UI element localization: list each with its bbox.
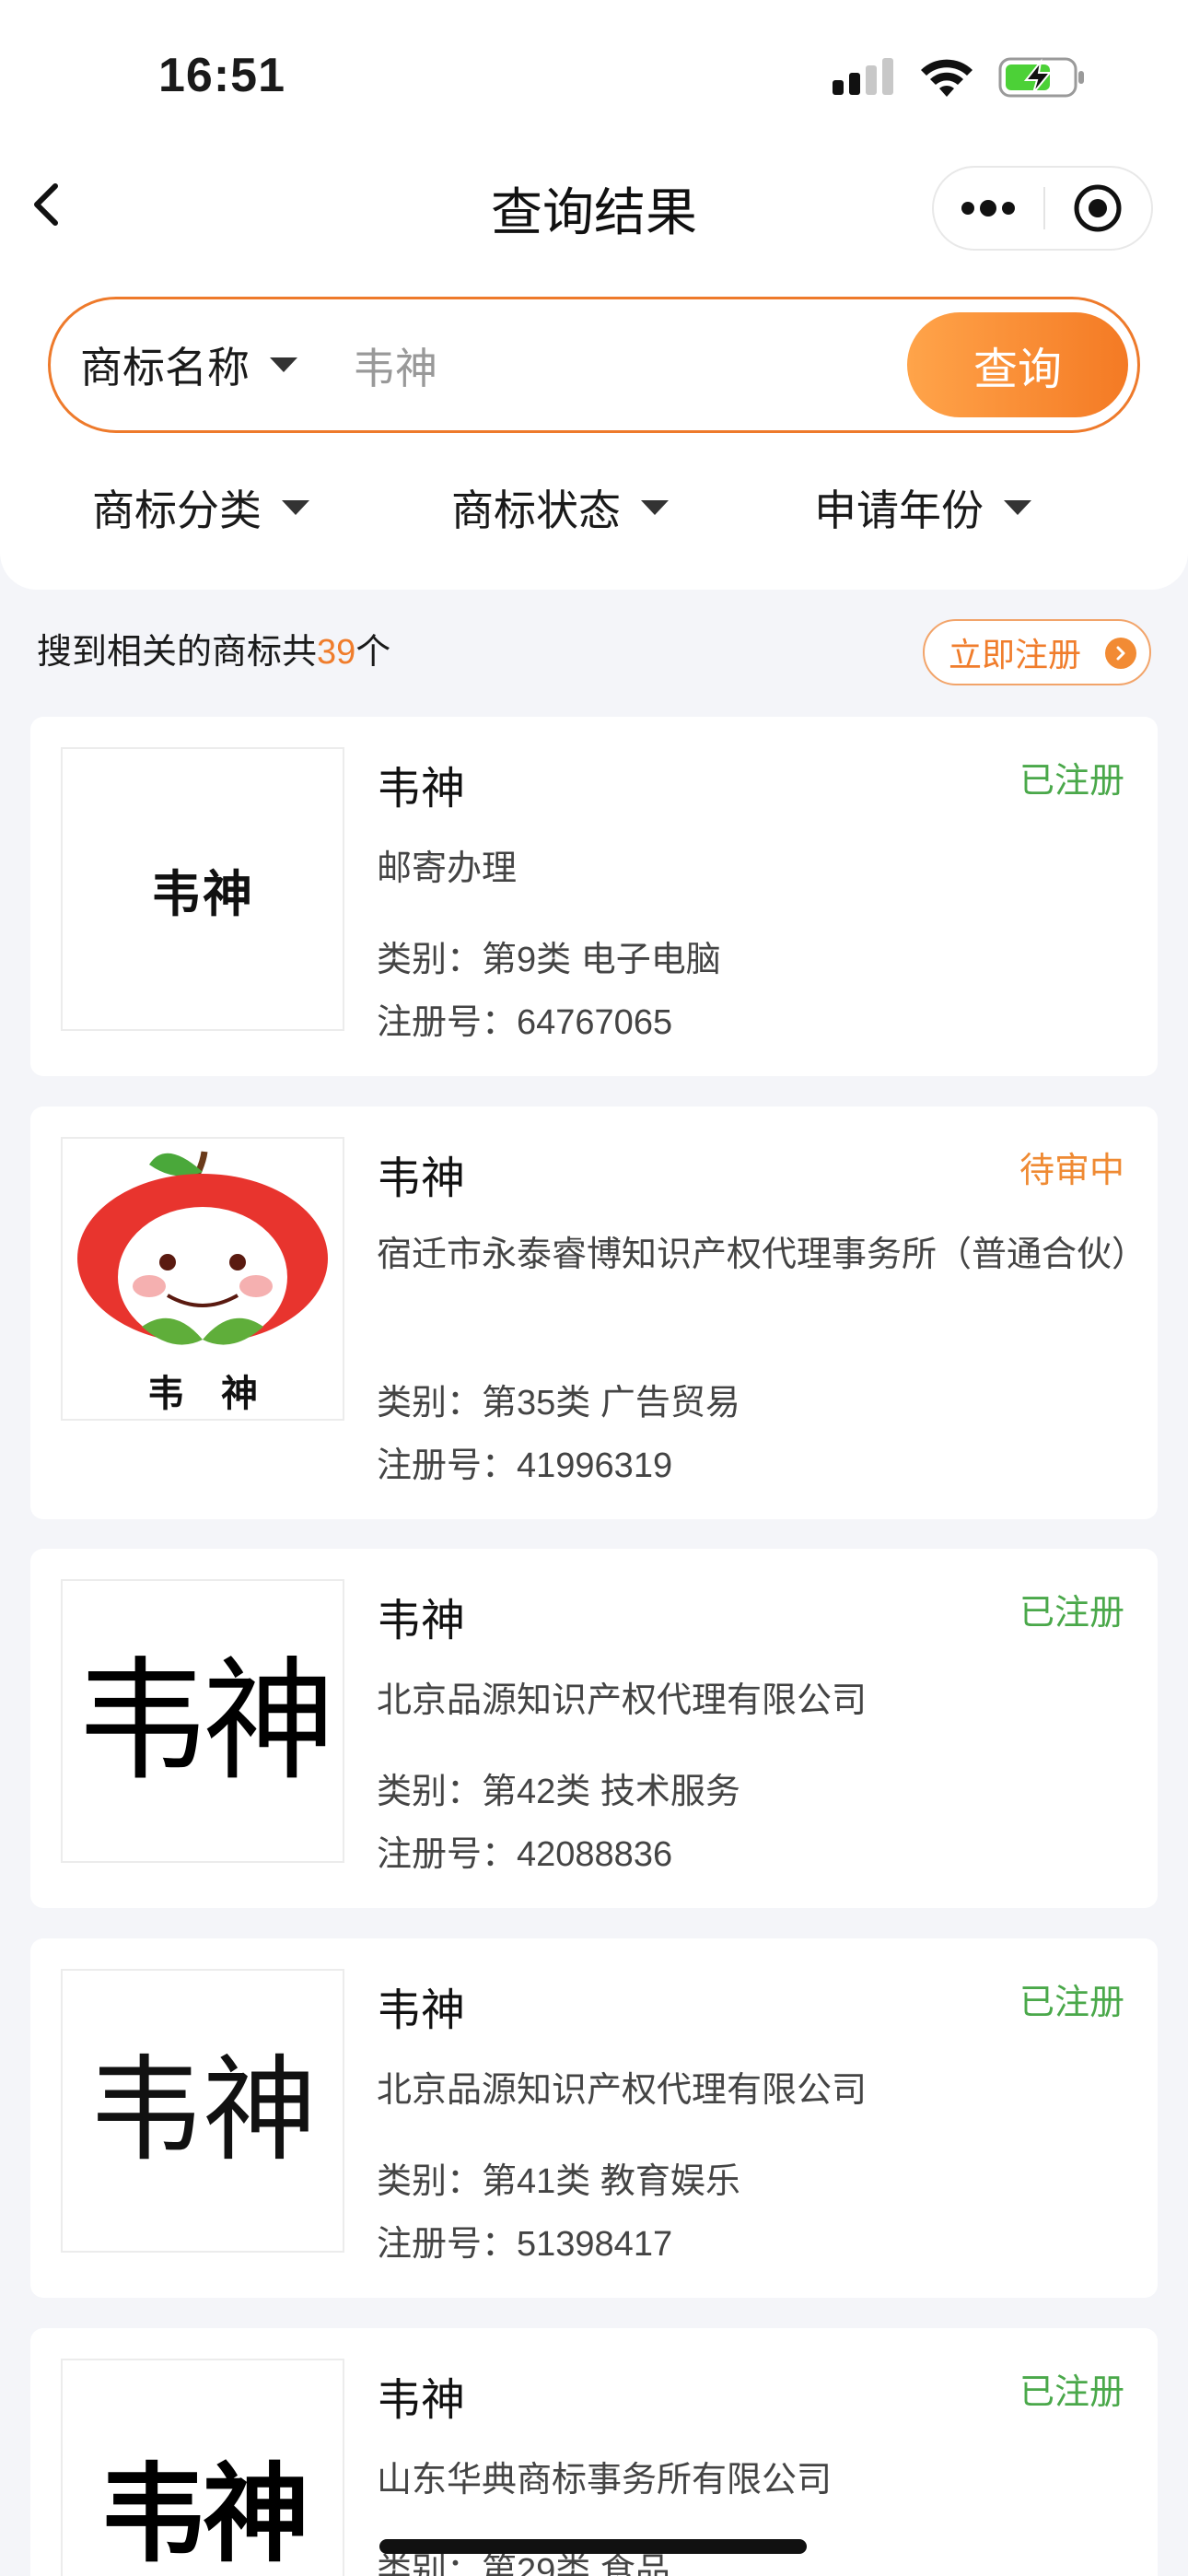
miniapp-close-icon xyxy=(1074,184,1122,232)
filter-category[interactable]: 商标分类 xyxy=(92,477,309,538)
trademark-logo: 韦神 xyxy=(61,2359,344,2576)
trademark-name: 韦神 xyxy=(377,1154,466,1203)
trademark-logo: 韦 神 xyxy=(61,1137,344,1421)
trademark-logo: 韦神 xyxy=(61,1969,344,2253)
trademark-logo-text: 韦神 xyxy=(151,863,254,923)
class-value: 第35类 广告贸易 xyxy=(482,1384,740,1423)
trademark-name: 韦神 xyxy=(377,2376,466,2425)
register-now-button[interactable]: 立即注册 xyxy=(923,619,1151,685)
applicant-name: 宿迁市永泰睿博知识产权代理事务所（普通合伙） xyxy=(377,1235,1147,1274)
class-label: 类别： xyxy=(377,1773,483,1811)
filter-status-label: 商标状态 xyxy=(451,486,621,534)
applicant-name: 北京品源知识产权代理有限公司 xyxy=(377,2071,868,2110)
class-value: 第29类 食品 xyxy=(482,2552,670,2576)
summary-prefix: 搜到相关的商标共 xyxy=(37,633,318,672)
result-count: 39 xyxy=(317,633,356,672)
filter-status[interactable]: 商标状态 xyxy=(451,477,669,538)
search-bar: 商标名称 查询 xyxy=(48,297,1140,433)
trademark-card[interactable]: 韦神 韦神 已注册 邮寄办理 类别：第9类 电子电脑 注册号：64767065 xyxy=(30,717,1158,1076)
signal-icon xyxy=(833,58,893,95)
reg-value: 41996319 xyxy=(517,1446,673,1485)
trademark-logo-text: 韦神 xyxy=(99,2453,309,2576)
miniapp-close-button[interactable] xyxy=(1045,168,1151,249)
reg-label: 注册号： xyxy=(377,1835,518,1874)
trademark-card[interactable]: 韦神 韦神 已注册 北京品源知识产权代理有限公司 类别：第42类 技术服务 注册… xyxy=(30,1549,1158,1908)
trademark-class: 类别：第41类 教育娱乐 xyxy=(377,2152,740,2203)
trademark-name: 韦神 xyxy=(377,1986,466,2035)
reg-value: 51398417 xyxy=(517,2225,673,2264)
result-summary: 搜到相关的商标共39个 xyxy=(37,623,390,673)
reg-label: 注册号： xyxy=(377,1003,518,1042)
applicant-name: 山东华典商标事务所有限公司 xyxy=(377,2461,833,2500)
class-label: 类别： xyxy=(377,941,483,979)
more-dots-icon xyxy=(961,200,1016,217)
trademark-logo-text: 韦 神 xyxy=(147,1372,258,1415)
status-time: 16:51 xyxy=(158,49,285,102)
search-type-dropdown[interactable]: 商标名称 xyxy=(80,299,297,430)
registration-number: 注册号：42088836 xyxy=(377,1825,672,1876)
class-value: 第9类 电子电脑 xyxy=(482,941,721,979)
more-button[interactable] xyxy=(934,168,1043,249)
status-icons xyxy=(831,55,1087,100)
class-value: 第41类 教育娱乐 xyxy=(482,2162,740,2201)
status-badge: 已注册 xyxy=(1019,1594,1124,1633)
status-badge: 待审中 xyxy=(1019,1152,1124,1190)
status-badge: 已注册 xyxy=(1019,762,1124,801)
chevron-right-icon xyxy=(1105,638,1136,669)
search-button[interactable]: 查询 xyxy=(907,312,1128,417)
trademark-logo: 韦神 xyxy=(61,1579,344,1863)
caret-down-icon xyxy=(641,500,669,515)
home-indicator[interactable] xyxy=(379,2539,807,2554)
search-input[interactable] xyxy=(351,331,907,401)
trademark-name: 韦神 xyxy=(377,765,466,814)
trademark-class: 类别：第9类 电子电脑 xyxy=(377,931,721,981)
search-type-label: 商标名称 xyxy=(80,344,250,392)
register-now-label: 立即注册 xyxy=(949,636,1082,673)
filter-year[interactable]: 申请年份 xyxy=(814,477,1031,538)
trademark-card[interactable]: 韦神 韦神 已注册 北京品源知识产权代理有限公司 类别：第41类 教育娱乐 注册… xyxy=(30,1938,1158,2298)
reg-value: 64767065 xyxy=(517,1003,673,1042)
miniapp-capsule xyxy=(932,166,1153,251)
caret-down-icon xyxy=(270,357,297,372)
caret-down-icon xyxy=(282,500,309,515)
trademark-class: 类别：第42类 技术服务 xyxy=(377,1762,740,1813)
class-label: 类别： xyxy=(377,2162,483,2201)
wifi-icon xyxy=(921,59,973,97)
class-label: 类别： xyxy=(377,2552,483,2576)
registration-number: 注册号：51398417 xyxy=(377,2215,672,2266)
registration-number: 注册号：64767065 xyxy=(377,993,672,1044)
caret-down-icon xyxy=(1004,500,1031,515)
summary-suffix: 个 xyxy=(355,633,391,672)
applicant-name: 北京品源知识产权代理有限公司 xyxy=(377,1681,868,1720)
reg-value: 42088836 xyxy=(517,1835,673,1874)
trademark-logo-text: 韦神 xyxy=(75,1644,335,1798)
trademark-logo-text: 韦神 xyxy=(87,2044,317,2177)
apple-mascot-logo xyxy=(77,1151,328,1347)
registration-number: 注册号：41996319 xyxy=(377,1436,672,1487)
battery-charging-icon xyxy=(998,57,1084,98)
filter-year-label: 申请年份 xyxy=(814,486,984,534)
trademark-class: 类别：第35类 广告贸易 xyxy=(377,1374,740,1424)
class-label: 类别： xyxy=(377,1384,483,1423)
reg-label: 注册号： xyxy=(377,2225,518,2264)
page: 16:51 查询结果 商标名称 韦神 查询 商标分类 商标状态 申请年份 搜到相… xyxy=(0,0,1188,2576)
trademark-logo: 韦神 xyxy=(61,747,344,1031)
class-value: 第42类 技术服务 xyxy=(482,1773,740,1811)
applicant-name: 邮寄办理 xyxy=(377,849,518,888)
reg-label: 注册号： xyxy=(377,1446,518,1485)
filter-category-label: 商标分类 xyxy=(92,486,262,534)
status-badge: 已注册 xyxy=(1019,2373,1124,2412)
trademark-name: 韦神 xyxy=(377,1597,466,1645)
status-badge: 已注册 xyxy=(1019,1984,1124,2022)
trademark-card[interactable]: 韦 神 韦神 待审中 宿迁市永泰睿博知识产权代理事务所（普通合伙） 类别：第35… xyxy=(30,1107,1158,1519)
